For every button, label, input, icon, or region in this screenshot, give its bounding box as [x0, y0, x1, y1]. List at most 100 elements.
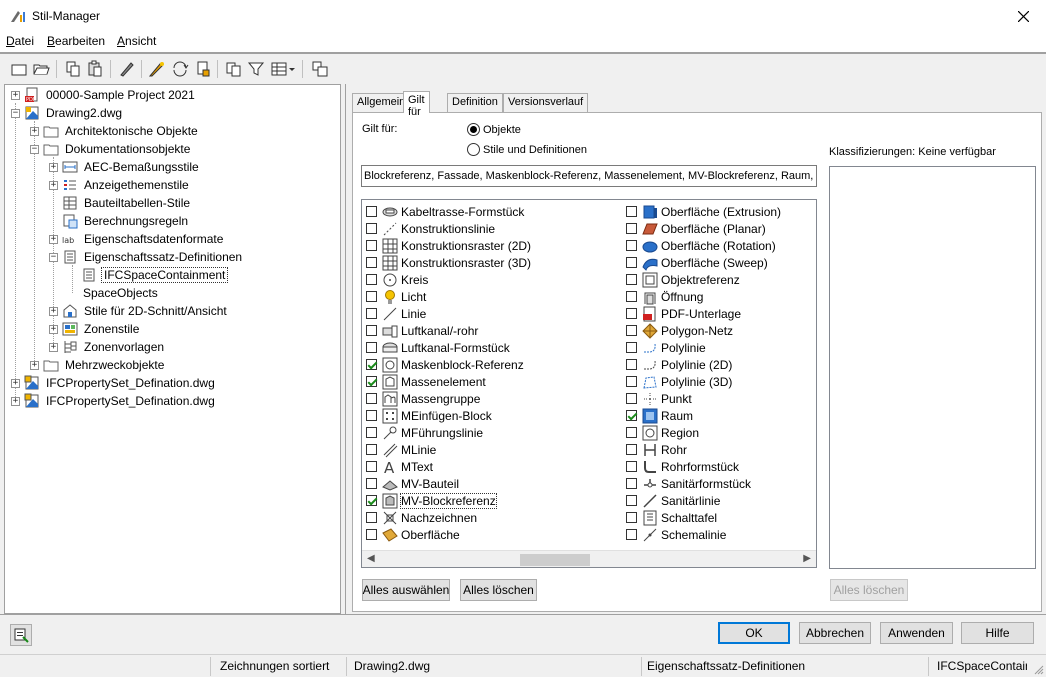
close-button[interactable] — [1000, 0, 1046, 32]
object-type-item[interactable]: Konstruktionslinie — [366, 220, 495, 237]
tree-node[interactable]: + Mehrzweckobjekte — [30, 356, 166, 374]
tree-node[interactable]: − Dokumentationsobjekte — [30, 140, 192, 158]
object-type-checkbox[interactable] — [366, 240, 377, 251]
tree-node[interactable]: + Architektonische Objekte — [30, 122, 200, 140]
object-type-item[interactable]: Konstruktionsraster (3D) — [366, 254, 531, 271]
object-type-checkbox[interactable] — [626, 427, 637, 438]
object-type-checkbox[interactable] — [626, 342, 637, 353]
tree-expander[interactable]: + — [11, 396, 20, 406]
tree-node[interactable]: + Anzeigethemenstile — [49, 176, 191, 194]
object-type-item[interactable]: A MText — [366, 458, 433, 475]
object-type-checkbox[interactable] — [626, 206, 637, 217]
object-type-checkbox[interactable] — [626, 444, 637, 455]
tree-node[interactable]: Berechnungsregeln — [49, 212, 190, 230]
object-type-checkbox[interactable] — [366, 410, 377, 421]
edit-style-icon[interactable] — [148, 60, 166, 78]
tree-node[interactable]: + Zonenvorlagen — [49, 338, 166, 356]
object-type-checkbox[interactable] — [366, 376, 377, 387]
sort-icon[interactable] — [225, 60, 243, 78]
tree-node[interactable]: + PDF 00000-Sample Project 2021 — [11, 86, 197, 104]
apply-button[interactable]: Anwenden — [880, 622, 953, 644]
object-type-item[interactable]: Sanitärlinie — [626, 492, 720, 509]
filter-icon[interactable] — [247, 60, 265, 78]
object-type-item[interactable]: PDF-Unterlage — [626, 305, 741, 322]
object-type-checkbox[interactable] — [626, 308, 637, 319]
object-type-item[interactable]: Oberfläche (Sweep) — [626, 254, 768, 271]
object-type-checkbox[interactable] — [626, 291, 637, 302]
object-type-item[interactable]: Sanitärformstück — [626, 475, 751, 492]
tree-expander[interactable]: + — [30, 360, 39, 370]
tree-node[interactable]: + Zonenstile — [49, 320, 141, 338]
object-type-checkbox[interactable] — [366, 342, 377, 353]
object-type-checkbox[interactable] — [366, 206, 377, 217]
horizontal-scrollbar[interactable]: ◀ ▶ — [362, 550, 816, 567]
object-type-item[interactable]: Polylinie — [626, 339, 706, 356]
help-button[interactable]: Hilfe — [961, 622, 1034, 644]
tree-expander[interactable]: + — [11, 90, 20, 100]
object-type-item[interactable]: MV-Bauteil — [366, 475, 459, 492]
object-type-item[interactable]: Objektreferenz — [626, 271, 740, 288]
radio-objekte[interactable] — [467, 123, 480, 136]
menu-bearbeiten[interactable]: Bearbeiten — [47, 34, 105, 48]
object-type-item[interactable]: Kreis — [366, 271, 428, 288]
object-type-item[interactable]: MV-Blockreferenz — [366, 492, 497, 509]
scroll-thumb[interactable] — [520, 554, 590, 566]
object-type-checkbox[interactable] — [626, 223, 637, 234]
object-type-checkbox[interactable] — [366, 223, 377, 234]
purge-icon[interactable] — [118, 60, 136, 78]
object-type-checkbox[interactable] — [366, 257, 377, 268]
tree-expander[interactable]: + — [49, 306, 58, 316]
object-type-item[interactable]: Polylinie (2D) — [626, 356, 732, 373]
tab-definition[interactable]: Definition — [447, 93, 503, 112]
object-type-item[interactable]: Kabeltrasse-Formstück — [366, 203, 524, 220]
style-tree[interactable]: + PDF 00000-Sample Project 2021 − Drawing2.d… — [4, 84, 341, 614]
radio-stile-definitionen-label[interactable]: Stile und Definitionen — [483, 144, 587, 156]
object-type-checkbox[interactable] — [626, 478, 637, 489]
object-type-checkbox[interactable] — [626, 240, 637, 251]
paste-icon[interactable] — [86, 60, 104, 78]
open-icon[interactable] — [32, 60, 50, 78]
tree-node[interactable]: + lab Eigenschaftsdatenformate — [49, 230, 225, 248]
object-type-item[interactable]: Konstruktionsraster (2D) — [366, 237, 531, 254]
tree-node[interactable]: − Drawing2.dwg — [11, 104, 124, 122]
tree-node[interactable]: − Eigenschaftssatz-Definitionen — [49, 248, 244, 266]
tab-versionsverlauf[interactable]: Versionsverlauf — [503, 93, 589, 112]
sync-icon[interactable] — [171, 60, 189, 78]
tree-node[interactable]: IFCSpaceContainment — [68, 266, 229, 284]
object-type-item[interactable]: Oberfläche (Extrusion) — [626, 203, 781, 220]
tree-expander[interactable]: + — [49, 180, 58, 190]
object-type-item[interactable]: Punkt — [626, 390, 692, 407]
object-type-item[interactable]: Massengruppe — [366, 390, 480, 407]
object-type-checkbox[interactable] — [366, 274, 377, 285]
object-type-checkbox[interactable] — [626, 274, 637, 285]
object-type-checkbox[interactable] — [626, 393, 637, 404]
object-type-item[interactable]: Rohrformstück — [626, 458, 739, 475]
object-type-checkbox[interactable] — [626, 461, 637, 472]
tree-expander[interactable]: + — [49, 324, 58, 334]
object-type-item[interactable]: Oberfläche (Rotation) — [626, 237, 776, 254]
object-type-item[interactable]: Region — [626, 424, 699, 441]
object-type-item[interactable]: MFührungslinie — [366, 424, 483, 441]
tree-expander[interactable]: + — [49, 342, 58, 352]
object-type-list[interactable]: Kabeltrasse-Formstück Konstruktionslinie K… — [361, 199, 817, 568]
preview-toggle-button[interactable] — [10, 624, 32, 646]
tree-node[interactable]: + Stile für 2D-Schnitt/Ansicht — [49, 302, 229, 320]
ok-button[interactable]: OK — [718, 622, 790, 644]
object-type-checkbox[interactable] — [626, 325, 637, 336]
object-type-checkbox[interactable] — [626, 512, 637, 523]
tree-expander[interactable]: − — [11, 108, 20, 118]
object-type-item[interactable]: Schalttafel — [626, 509, 717, 526]
radio-objekte-label[interactable]: Objekte — [483, 124, 521, 136]
object-type-checkbox[interactable] — [366, 359, 377, 370]
object-type-checkbox[interactable] — [626, 529, 637, 540]
object-type-checkbox[interactable] — [366, 444, 377, 455]
object-type-item[interactable]: Oberfläche — [366, 526, 460, 543]
object-type-item[interactable]: Polylinie (3D) — [626, 373, 732, 390]
tree-node[interactable]: + IFCPropertySet_Defination.dwg — [11, 374, 217, 392]
view-options-icon[interactable] — [270, 60, 296, 78]
tree-node[interactable]: Bauteiltabellen-Stile — [49, 194, 192, 212]
tree-expander[interactable]: + — [49, 234, 58, 244]
cancel-button[interactable]: Abbrechen — [799, 622, 871, 644]
object-type-item[interactable]: Rohr — [626, 441, 687, 458]
object-type-checkbox[interactable] — [366, 308, 377, 319]
